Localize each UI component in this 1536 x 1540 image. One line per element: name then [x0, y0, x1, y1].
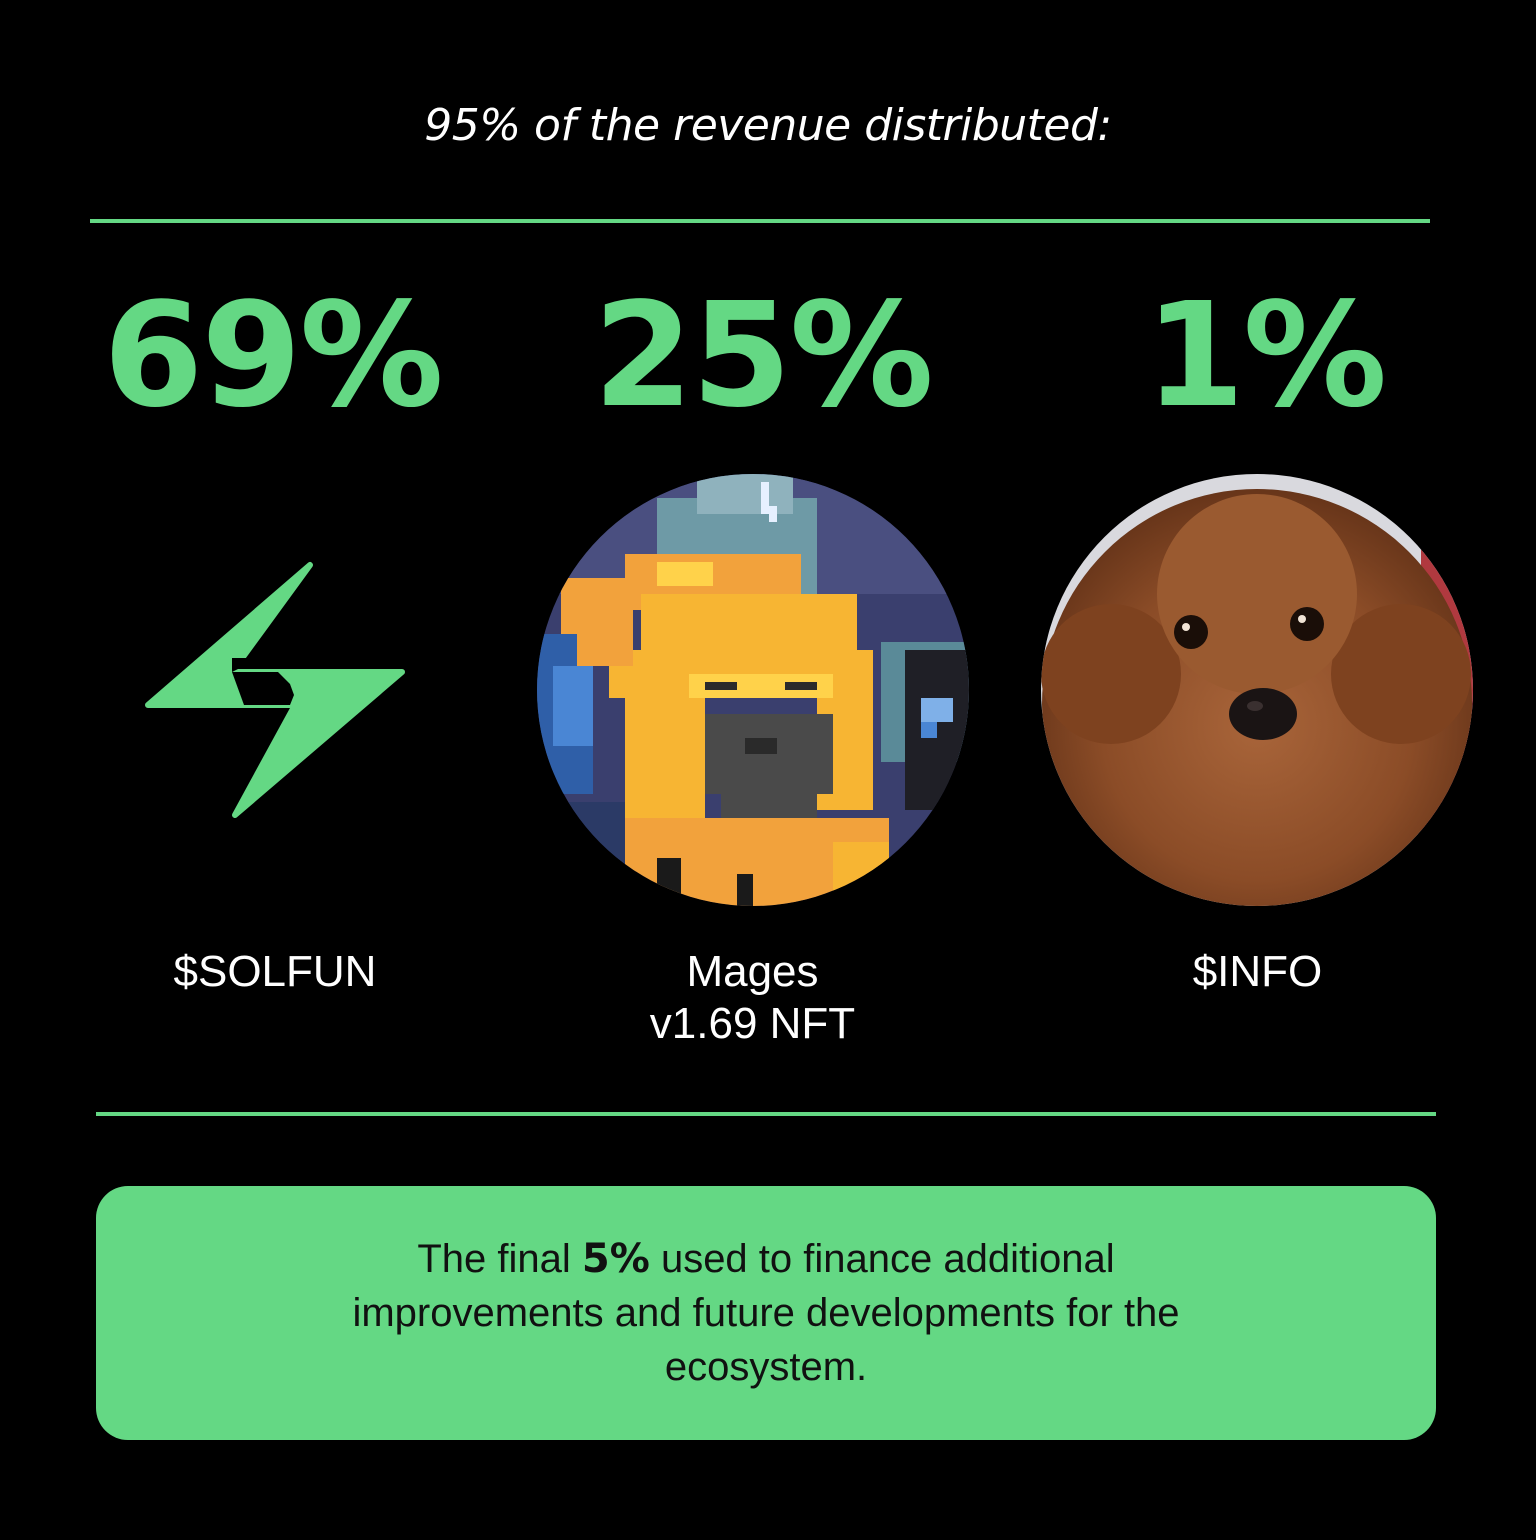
pixel-mage-avatar	[537, 474, 969, 906]
lightning-bolt-logo-icon	[145, 562, 405, 818]
footer-text-before: The final	[417, 1237, 582, 1281]
mages-label-line2: v1.69 NFT	[649, 999, 856, 1048]
footer-highlight: 5%	[581, 1236, 650, 1282]
solfun-label: $SOLFUN	[173, 947, 377, 996]
top-divider	[90, 219, 1430, 223]
headline: 95% of the revenue distributed:	[424, 100, 1112, 151]
mages-label-line1: Mages	[686, 947, 819, 996]
info-percent: 1%	[1144, 271, 1387, 439]
info-label: $INFO	[1192, 947, 1323, 996]
footer-callout: The final 5% used to finance additional …	[96, 1186, 1436, 1440]
footer-text: The final 5% used to finance additional …	[296, 1232, 1236, 1394]
solfun-percent: 69%	[103, 271, 444, 439]
bottom-divider	[96, 1112, 1436, 1116]
mages-label: Mages v1.69 NFT	[575, 946, 930, 1050]
mages-percent: 25%	[593, 271, 934, 439]
poodle-dog-avatar	[1041, 474, 1473, 906]
